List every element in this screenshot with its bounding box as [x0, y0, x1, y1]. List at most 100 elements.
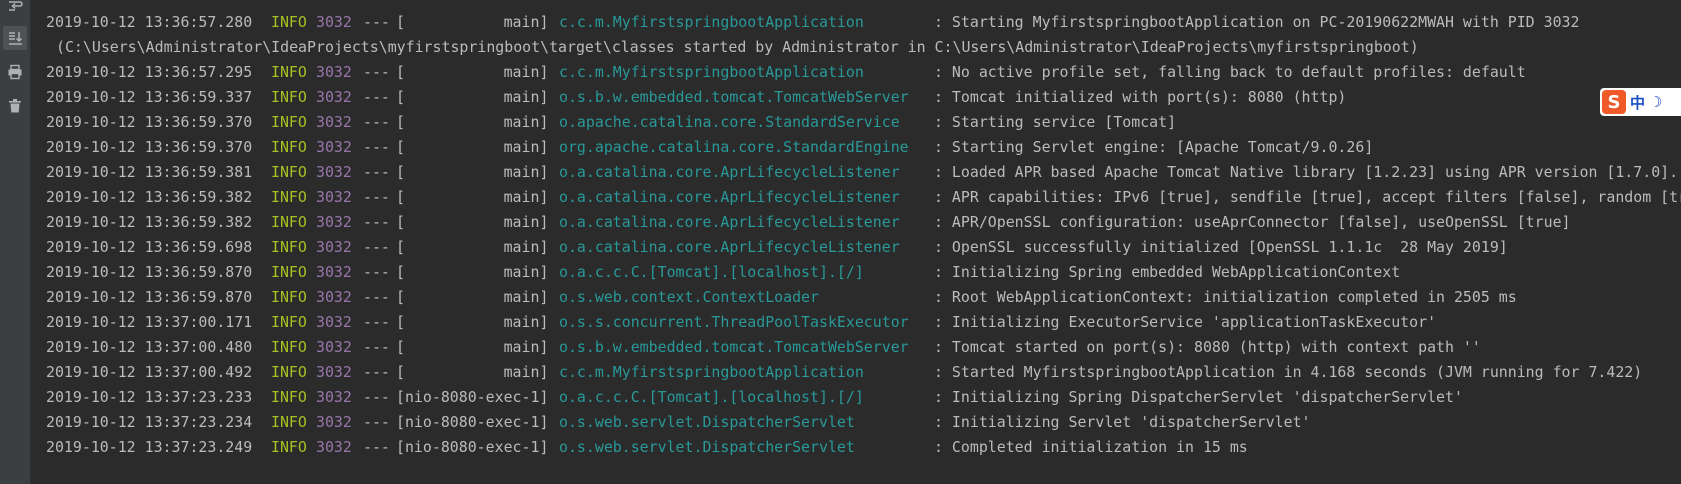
log-timestamp: 2019-10-12 13:36:59.370	[46, 113, 253, 131]
log-level: INFO	[271, 338, 307, 356]
log-level: INFO	[271, 288, 307, 306]
log-line: 2019-10-12 13:36:59.870 INFO 3032 --- [ main…	[46, 285, 1681, 310]
log-logger: org.apache.catalina.core.StandardEngine	[559, 138, 909, 156]
log-line-continuation: (C:\Users\Administrator\IdeaProjects\myf…	[46, 35, 1681, 60]
log-logger: c.c.m.MyfirstspringbootApplication	[559, 363, 864, 381]
log-timestamp: 2019-10-12 13:36:59.370	[46, 138, 253, 156]
log-level: INFO	[271, 413, 307, 431]
log-line: 2019-10-12 13:36:57.295 INFO 3032 --- [ main…	[46, 60, 1681, 85]
log-message: : Initializing Spring DispatcherServlet …	[934, 388, 1463, 406]
log-level: INFO	[271, 13, 307, 31]
log-logger: o.s.b.w.embedded.tomcat.TomcatWebServer	[559, 338, 909, 356]
log-logger: o.s.s.concurrent.ThreadPoolTaskExecutor	[559, 313, 909, 331]
log-message: (C:\Users\Administrator\IdeaProjects\myf…	[56, 38, 1419, 56]
log-thread: [ main]	[396, 288, 549, 306]
log-thread: [ main]	[396, 138, 549, 156]
log-pid: 3032	[316, 238, 352, 256]
log-pid: 3032	[316, 188, 352, 206]
log-thread: [ main]	[396, 188, 549, 206]
log-thread: [ main]	[396, 363, 549, 381]
log-message: : Initializing ExecutorService 'applicat…	[934, 313, 1437, 331]
log-separator: ---	[363, 63, 390, 81]
log-level: INFO	[271, 363, 307, 381]
log-thread: [nio-8080-exec-1]	[396, 438, 549, 456]
log-separator: ---	[363, 388, 390, 406]
log-message: : Starting service [Tomcat]	[934, 113, 1177, 131]
log-pid: 3032	[316, 13, 352, 31]
log-thread: [ main]	[396, 263, 549, 281]
log-level: INFO	[271, 88, 307, 106]
log-logger: o.a.catalina.core.AprLifecycleListener	[559, 188, 900, 206]
log-message: : Initializing Servlet 'dispatcherServle…	[934, 413, 1311, 431]
log-timestamp: 2019-10-12 13:36:59.382	[46, 213, 253, 231]
log-line: 2019-10-12 13:37:00.480 INFO 3032 --- [ main…	[46, 335, 1681, 360]
print-icon[interactable]	[3, 60, 27, 84]
log-timestamp: 2019-10-12 13:36:59.870	[46, 263, 253, 281]
log-thread: [ main]	[396, 88, 549, 106]
log-line: 2019-10-12 13:36:59.382 INFO 3032 --- [ main…	[46, 185, 1681, 210]
log-message: : Starting MyfirstspringbootApplication …	[934, 13, 1580, 31]
moon-icon[interactable]: ☽	[1649, 93, 1662, 111]
log-logger: o.apache.catalina.core.StandardService	[559, 113, 900, 131]
log-message: : Tomcat started on port(s): 8080 (http)…	[934, 338, 1481, 356]
ime-toolbar[interactable]: S 中 ☽	[1600, 88, 1681, 116]
log-thread: [ main]	[396, 163, 549, 181]
log-pid: 3032	[316, 63, 352, 81]
log-pid: 3032	[316, 438, 352, 456]
log-line: 2019-10-12 13:36:57.280 INFO 3032 --- [ main…	[46, 10, 1681, 35]
log-message: : Tomcat initialized with port(s): 8080 …	[934, 88, 1347, 106]
log-message: : APR capabilities: IPv6 [true], sendfil…	[934, 188, 1681, 206]
log-separator: ---	[363, 238, 390, 256]
log-message: : Completed initialization in 15 ms	[934, 438, 1248, 456]
log-level: INFO	[271, 213, 307, 231]
log-timestamp: 2019-10-12 13:36:59.337	[46, 88, 253, 106]
log-separator: ---	[363, 363, 390, 381]
log-line: 2019-10-12 13:37:23.234 INFO 3032 --- [nio-8…	[46, 410, 1681, 435]
log-logger: o.a.catalina.core.AprLifecycleListener	[559, 213, 900, 231]
log-logger: c.c.m.MyfirstspringbootApplication	[559, 13, 864, 31]
clear-all-icon[interactable]	[3, 94, 27, 118]
soft-wrap-icon[interactable]	[3, 0, 27, 18]
log-pid: 3032	[316, 213, 352, 231]
log-timestamp: 2019-10-12 13:37:23.249	[46, 438, 253, 456]
log-timestamp: 2019-10-12 13:36:59.698	[46, 238, 253, 256]
log-message: : Loaded APR based Apache Tomcat Native …	[934, 163, 1679, 181]
log-timestamp: 2019-10-12 13:36:57.280	[46, 13, 253, 31]
log-logger: o.s.web.context.ContextLoader	[559, 288, 819, 306]
log-level: INFO	[271, 188, 307, 206]
log-thread: [ main]	[396, 213, 549, 231]
log-logger: o.a.catalina.core.AprLifecycleListener	[559, 163, 900, 181]
log-level: INFO	[271, 438, 307, 456]
log-timestamp: 2019-10-12 13:36:59.381	[46, 163, 253, 181]
log-logger: o.s.web.servlet.DispatcherServlet	[559, 438, 855, 456]
log-thread: [ main]	[396, 13, 549, 31]
log-line: 2019-10-12 13:36:59.698 INFO 3032 --- [ main…	[46, 235, 1681, 260]
log-pid: 3032	[316, 313, 352, 331]
log-timestamp: 2019-10-12 13:36:59.870	[46, 288, 253, 306]
log-level: INFO	[271, 388, 307, 406]
log-level: INFO	[271, 313, 307, 331]
log-line: 2019-10-12 13:36:59.870 INFO 3032 --- [ main…	[46, 260, 1681, 285]
log-line: 2019-10-12 13:36:59.382 INFO 3032 --- [ main…	[46, 210, 1681, 235]
log-timestamp: 2019-10-12 13:37:23.234	[46, 413, 253, 431]
log-separator: ---	[363, 13, 390, 31]
log-line: 2019-10-12 13:37:23.233 INFO 3032 --- [nio-8…	[46, 385, 1681, 410]
log-separator: ---	[363, 88, 390, 106]
scroll-to-end-icon[interactable]	[3, 26, 27, 50]
log-timestamp: 2019-10-12 13:37:23.233	[46, 388, 253, 406]
log-level: INFO	[271, 63, 307, 81]
log-pid: 3032	[316, 288, 352, 306]
log-thread: [ main]	[396, 113, 549, 131]
log-line: 2019-10-12 13:37:00.492 INFO 3032 --- [ main…	[46, 360, 1681, 385]
log-level: INFO	[271, 138, 307, 156]
log-separator: ---	[363, 338, 390, 356]
log-pid: 3032	[316, 363, 352, 381]
ime-mode-label[interactable]: 中	[1630, 92, 1645, 113]
log-thread: [ main]	[396, 338, 549, 356]
log-level: INFO	[271, 163, 307, 181]
log-separator: ---	[363, 313, 390, 331]
log-line: 2019-10-12 13:36:59.370 INFO 3032 --- [ main…	[46, 135, 1681, 160]
log-logger: o.a.catalina.core.AprLifecycleListener	[559, 238, 900, 256]
log-pid: 3032	[316, 113, 352, 131]
log-thread: [nio-8080-exec-1]	[396, 388, 549, 406]
